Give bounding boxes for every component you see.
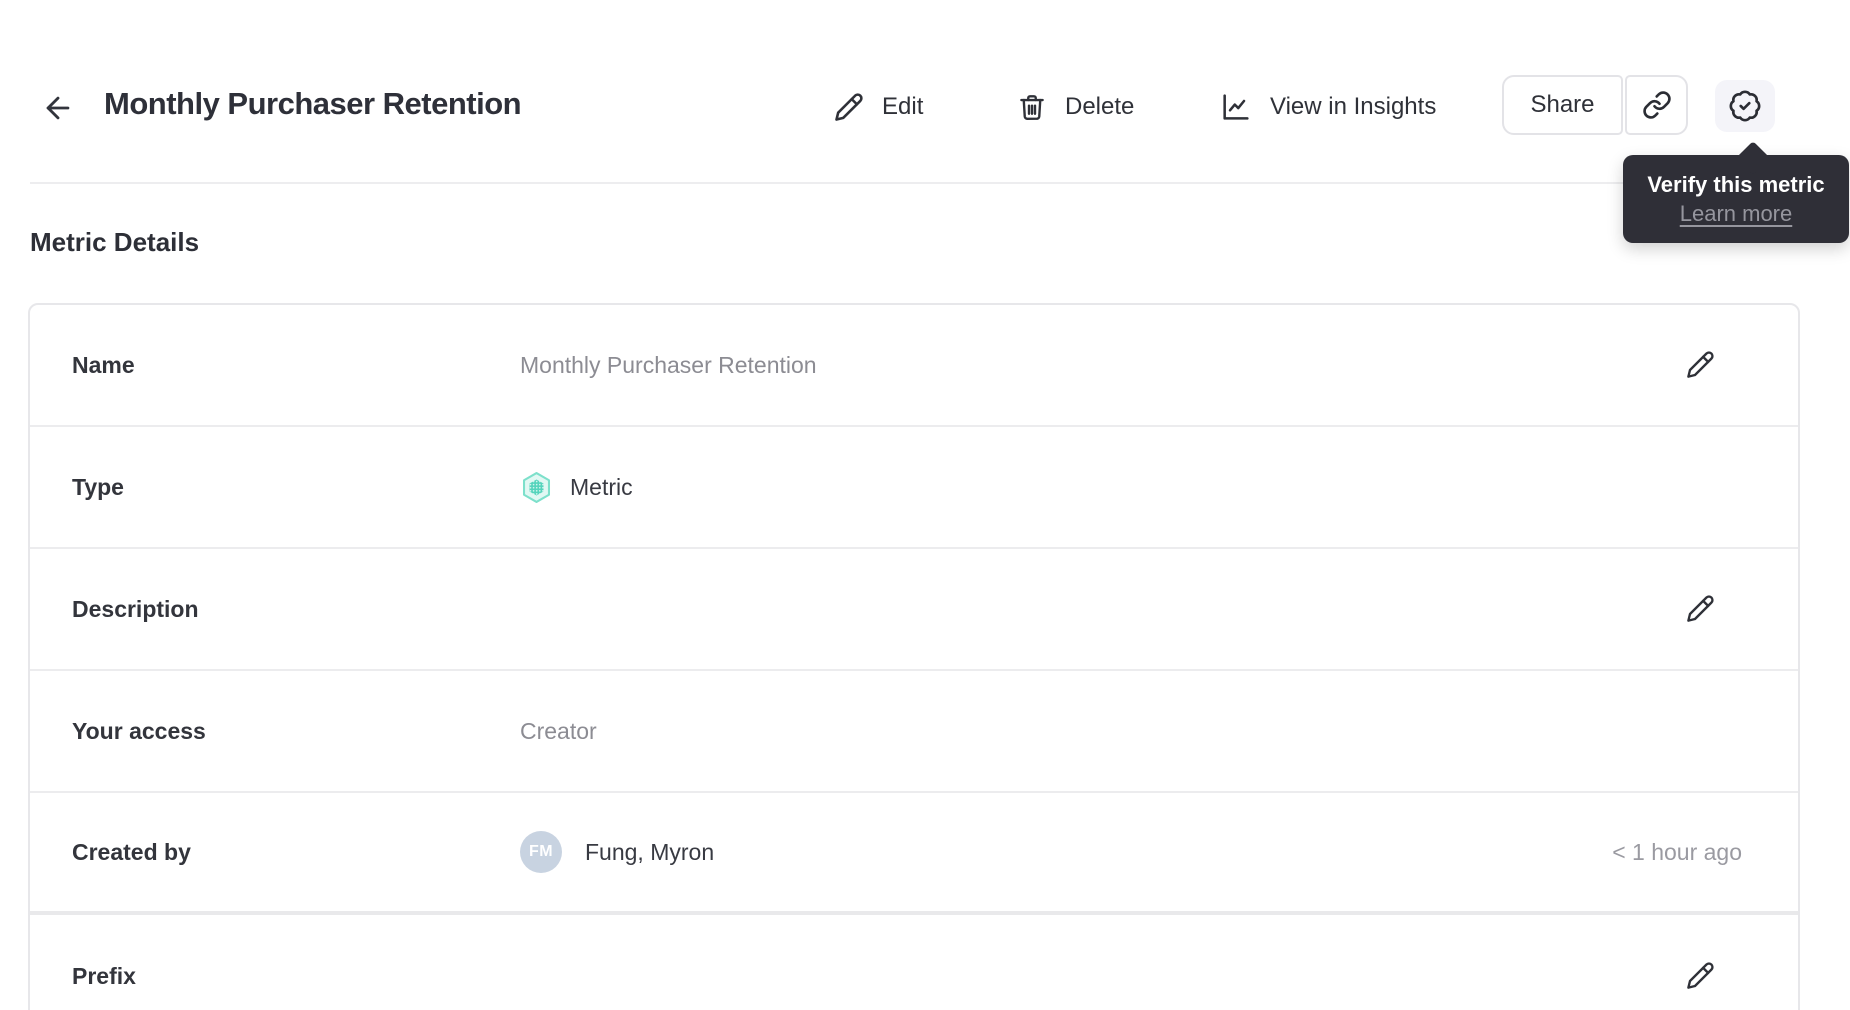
verified-badge-icon (1728, 89, 1762, 123)
row-value: Metric (570, 473, 633, 500)
header-divider (30, 182, 1820, 184)
row-label: Prefix (72, 962, 136, 989)
view-in-insights-button[interactable]: View in Insights (1220, 80, 1436, 134)
verify-metric-button[interactable] (1715, 80, 1775, 132)
learn-more-link[interactable]: Learn more (1680, 201, 1793, 227)
copy-link-button[interactable] (1625, 75, 1688, 135)
table-row-prefix: Prefix (30, 915, 1798, 1010)
pencil-icon (1685, 594, 1715, 624)
pencil-icon (1685, 350, 1715, 380)
table-row-type: Type Metric (30, 427, 1798, 549)
table-row-created-by: Created by FM Fung, Myron < 1 hour ago (30, 793, 1798, 915)
row-label: Created by (72, 838, 191, 865)
row-value: Creator (520, 717, 597, 744)
line-chart-icon (1220, 91, 1252, 123)
row-label: Name (72, 351, 135, 378)
share-button-label: Share (1530, 91, 1595, 118)
row-label: Type (72, 473, 124, 500)
row-label: Your access (72, 717, 206, 744)
view-in-insights-label: View in Insights (1270, 93, 1437, 120)
arrow-left-icon (41, 91, 75, 125)
link-icon (1642, 90, 1672, 120)
pencil-icon (833, 92, 864, 123)
page-title: Monthly Purchaser Retention (104, 86, 522, 121)
verify-tooltip: Verify this metric Learn more (1623, 141, 1849, 243)
row-value: Fung, Myron (585, 838, 715, 865)
section-title: Metric Details (30, 227, 200, 257)
table-row-name: Name Monthly Purchaser Retention (30, 305, 1798, 427)
tooltip-title: Verify this metric (1647, 171, 1825, 197)
share-button[interactable]: Share (1502, 75, 1623, 135)
row-value: Monthly Purchaser Retention (520, 351, 817, 378)
delete-button[interactable]: Delete (1017, 80, 1134, 134)
edit-name-button[interactable] (1684, 349, 1716, 381)
metric-hexagon-icon (520, 471, 553, 504)
row-label: Description (72, 595, 199, 622)
back-button[interactable] (38, 88, 78, 128)
share-button-group: Share (1502, 75, 1688, 135)
edit-button-label: Edit (882, 93, 924, 120)
table-row-description: Description (30, 549, 1798, 671)
tooltip-caret (1736, 141, 1770, 175)
table-row-your-access: Your access Creator (30, 671, 1798, 793)
delete-button-label: Delete (1065, 93, 1135, 120)
edit-description-button[interactable] (1684, 593, 1716, 625)
metric-details-card: Name Monthly Purchaser Retention Type Me… (28, 303, 1800, 1010)
created-timestamp: < 1 hour ago (1612, 838, 1742, 865)
trash-icon (1017, 92, 1047, 123)
avatar: FM (520, 831, 562, 873)
edit-prefix-button[interactable] (1684, 960, 1716, 992)
pencil-icon (1685, 961, 1715, 991)
edit-button[interactable]: Edit (833, 80, 923, 134)
